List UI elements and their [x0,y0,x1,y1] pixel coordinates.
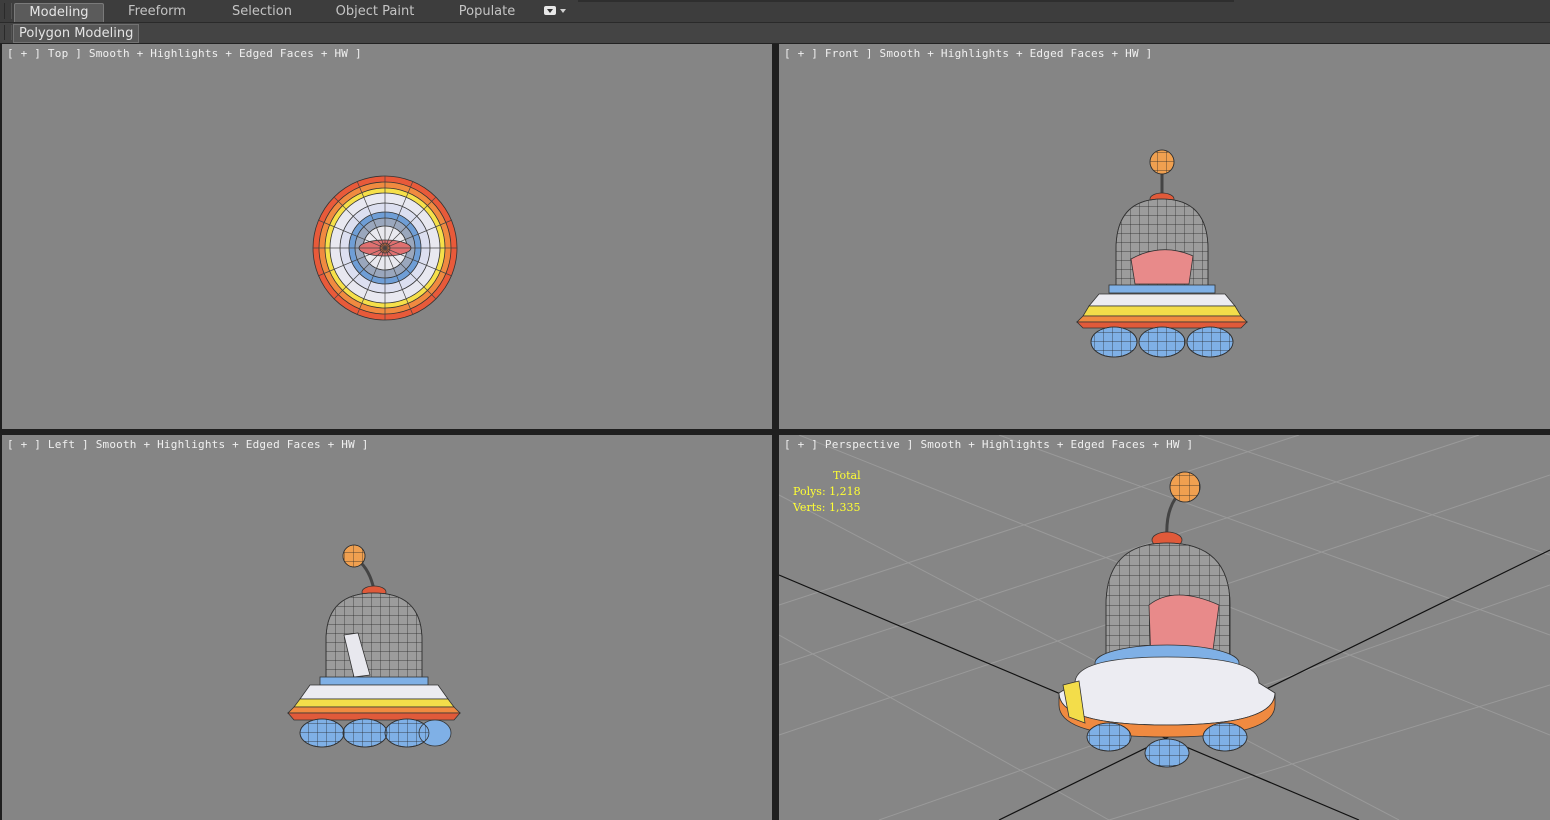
ufo-front-view [1076,149,1248,358]
ufo-left-view [287,544,461,748]
viewport-perspective[interactable]: [ + ] Perspective ] Smooth + Highlights … [779,435,1550,820]
ribbon-display-icon [544,6,556,15]
viewport-left[interactable]: [ + ] Left ] Smooth + Highlights + Edged… [2,435,772,820]
statistics-overlay: Total Polys: 1,218 Verts: 1,335 [793,468,861,516]
viewport-perspective-label[interactable]: [ + ] Perspective ] Smooth + Highlights … [784,438,1193,451]
ribbon-divider [578,0,1234,2]
tab-modeling[interactable]: Modeling [14,3,104,22]
stats-verts: Verts: 1,335 [793,501,861,514]
ufo-perspective-view [779,435,1550,820]
ribbon-grip-handle[interactable] [4,3,12,19]
stats-polys: Polys: 1,218 [793,485,861,498]
stats-heading: Total [833,469,861,482]
chevron-down-icon [560,9,566,13]
polygon-modeling-panel-button[interactable]: Polygon Modeling [13,24,140,43]
ribbon-tab-bar: Modeling Freeform Selection Object Paint… [0,0,1550,23]
ribbon-panel-bar: Polygon Modeling [0,23,1550,44]
viewport-front[interactable]: [ + ] Front ] Smooth + Highlights + Edge… [779,44,1550,429]
panel-grip-handle[interactable] [4,25,12,40]
tab-selection[interactable]: Selection [224,3,300,21]
tab-object-paint[interactable]: Object Paint [331,3,419,21]
tab-freeform[interactable]: Freeform [117,3,197,21]
ribbon-options-icon[interactable] [544,5,570,17]
tab-populate[interactable]: Populate [450,3,524,21]
ufo-top-view [312,175,458,321]
viewport-top[interactable]: [ + ] Top ] Smooth + Highlights + Edged … [2,44,772,429]
